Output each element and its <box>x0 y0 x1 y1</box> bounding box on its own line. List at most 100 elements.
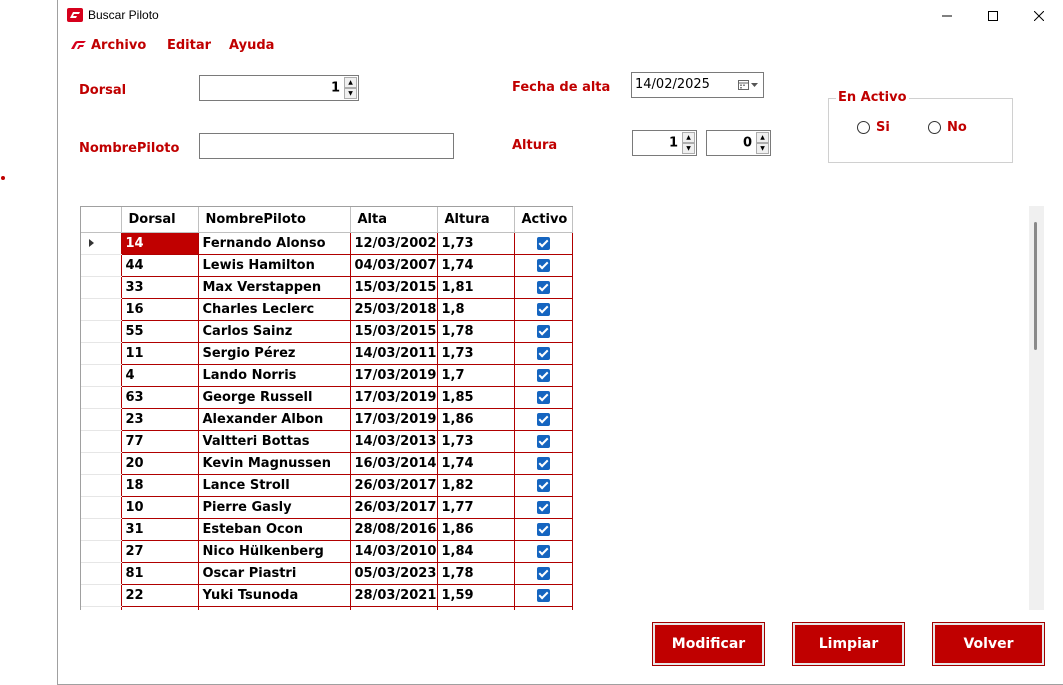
cell-nombre[interactable]: Lance Stroll <box>197 473 351 497</box>
limpiar-button[interactable]: Limpiar <box>792 622 905 666</box>
cell-nombre[interactable]: Alexander Albon <box>197 407 351 431</box>
cell-altura[interactable]: 1,84 <box>436 539 515 563</box>
activo-checkbox-icon[interactable] <box>536 236 550 250</box>
altura-cm-up-icon[interactable]: ▲ <box>756 132 769 143</box>
activo-checkbox-icon[interactable] <box>536 588 550 602</box>
cell-alta[interactable]: 04/03/2007 <box>349 253 438 277</box>
volver-button[interactable]: Volver <box>932 622 1045 666</box>
row-header[interactable] <box>81 605 122 610</box>
cell-activo[interactable] <box>513 451 573 475</box>
cell-altura[interactable]: 1,59 <box>436 583 515 607</box>
activo-checkbox-icon[interactable] <box>536 478 550 492</box>
activo-checkbox-icon[interactable] <box>536 500 550 514</box>
altura-metros-stepper[interactable]: 1 ▲ ▼ <box>632 130 697 156</box>
calendar-dropdown-icon[interactable] <box>738 79 758 90</box>
cell-nombre[interactable]: Charles Leclerc <box>197 297 351 321</box>
cell-activo[interactable] <box>513 275 573 299</box>
table-row[interactable]: 77 Valtteri Bottas 14/03/2013 1,73 <box>81 429 573 453</box>
cell-alta[interactable]: 26/03/2017 <box>349 495 438 519</box>
dorsal-down-icon[interactable]: ▼ <box>344 88 357 99</box>
column-header-alta[interactable]: Alta <box>350 207 438 233</box>
cell-altura[interactable]: 1,8 <box>436 297 515 321</box>
table-row[interactable]: 18 Lance Stroll 26/03/2017 1,82 <box>81 473 573 497</box>
cell-nombre[interactable]: Max Verstappen <box>197 275 351 299</box>
cell-dorsal[interactable]: 23 <box>120 407 199 431</box>
cell-nombre[interactable]: George Russell <box>197 385 351 409</box>
table-row[interactable]: 23 Alexander Albon 17/03/2019 1,86 <box>81 407 573 431</box>
activo-checkbox-icon[interactable] <box>536 566 550 580</box>
cell-dorsal[interactable]: 27 <box>120 539 199 563</box>
cell-alta[interactable]: 26/03/2017 <box>349 473 438 497</box>
cell-activo[interactable] <box>513 407 573 431</box>
cell-activo[interactable] <box>513 473 573 497</box>
cell-nombre[interactable]: Lando Norris <box>197 363 351 387</box>
cell-alta[interactable]: 25/03/2018 <box>349 297 438 321</box>
cell-alta[interactable]: 17/03/2019 <box>349 363 438 387</box>
cell-activo[interactable] <box>513 341 573 365</box>
cell-altura[interactable] <box>436 605 515 610</box>
table-row[interactable]: 63 George Russell 17/03/2019 1,85 <box>81 385 573 409</box>
pilotos-grid[interactable]: Dorsal NombrePiloto Alta Altura Activo 1… <box>80 206 573 610</box>
table-row[interactable]: 14 Fernando Alonso 12/03/2002 1,73 <box>81 231 573 255</box>
table-row[interactable]: 10 Pierre Gasly 26/03/2017 1,77 <box>81 495 573 519</box>
activo-checkbox-icon[interactable] <box>536 302 550 316</box>
cell-nombre[interactable]: Oscar Piastri <box>197 561 351 585</box>
maximize-button[interactable] <box>970 0 1016 31</box>
menu-ayuda[interactable]: Ayuda <box>229 38 274 53</box>
menu-archivo[interactable]: Archivo <box>71 38 146 53</box>
row-header[interactable] <box>81 363 122 387</box>
altura-metros-up-icon[interactable]: ▲ <box>682 132 695 143</box>
cell-dorsal[interactable]: 20 <box>120 451 199 475</box>
cell-dorsal[interactable]: 31 <box>120 517 199 541</box>
cell-alta[interactable]: 28/03/2021 <box>349 583 438 607</box>
cell-altura[interactable]: 1,74 <box>436 253 515 277</box>
row-header[interactable] <box>81 539 122 563</box>
cell-dorsal[interactable]: 63 <box>120 385 199 409</box>
cell-altura[interactable]: 1,86 <box>436 517 515 541</box>
cell-altura[interactable]: 1,73 <box>436 429 515 453</box>
cell-alta[interactable]: 17/03/2019 <box>349 407 438 431</box>
cell-altura[interactable]: 1,73 <box>436 231 515 255</box>
fecha-datepicker[interactable]: 14/02/2025 <box>631 72 764 98</box>
cell-dorsal[interactable]: 4 <box>120 363 199 387</box>
row-header[interactable] <box>81 473 122 497</box>
cell-activo[interactable] <box>513 429 573 453</box>
cell-alta[interactable] <box>349 605 438 610</box>
cell-dorsal[interactable]: 33 <box>120 275 199 299</box>
cell-dorsal[interactable]: 18 <box>120 473 199 497</box>
activo-checkbox-icon[interactable] <box>536 390 550 404</box>
vertical-scrollbar[interactable] <box>1029 206 1044 610</box>
cell-alta[interactable]: 14/03/2010 <box>349 539 438 563</box>
menu-editar[interactable]: Editar <box>167 38 211 53</box>
cell-activo[interactable] <box>513 319 573 343</box>
row-header[interactable] <box>81 297 122 321</box>
activo-checkbox-icon[interactable] <box>536 368 550 382</box>
row-header[interactable] <box>81 319 122 343</box>
row-header[interactable] <box>81 495 122 519</box>
modificar-button[interactable]: Modificar <box>652 622 765 666</box>
cell-nombre[interactable]: Lewis Hamilton <box>197 253 351 277</box>
altura-metros-down-icon[interactable]: ▼ <box>682 143 695 154</box>
scrollbar-thumb[interactable] <box>1034 222 1037 350</box>
cell-nombre[interactable]: Nico Hülkenberg <box>197 539 351 563</box>
cell-altura[interactable]: 1,81 <box>436 275 515 299</box>
cell-alta[interactable]: 15/03/2015 <box>349 275 438 299</box>
column-header-altura[interactable]: Altura <box>437 207 515 233</box>
cell-alta[interactable]: 16/03/2014 <box>349 451 438 475</box>
table-row[interactable]: 33 Max Verstappen 15/03/2015 1,81 <box>81 275 573 299</box>
cell-nombre[interactable]: Carlos Sainz <box>197 319 351 343</box>
cell-activo[interactable] <box>513 539 573 563</box>
cell-activo[interactable] <box>513 253 573 277</box>
cell-alta[interactable]: 12/03/2002 <box>349 231 438 255</box>
row-header[interactable] <box>81 561 122 585</box>
activo-checkbox-icon[interactable] <box>536 456 550 470</box>
table-row[interactable]: 31 Esteban Ocon 28/08/2016 1,86 <box>81 517 573 541</box>
cell-nombre[interactable] <box>197 605 351 610</box>
row-header[interactable] <box>81 253 122 277</box>
table-row[interactable]: 20 Kevin Magnussen 16/03/2014 1,74 <box>81 451 573 475</box>
cell-alta[interactable]: 14/03/2013 <box>349 429 438 453</box>
cell-dorsal[interactable]: 10 <box>120 495 199 519</box>
activo-checkbox-icon[interactable] <box>536 346 550 360</box>
cell-activo[interactable] <box>513 297 573 321</box>
dorsal-stepper[interactable]: 1 ▲ ▼ <box>199 75 359 101</box>
